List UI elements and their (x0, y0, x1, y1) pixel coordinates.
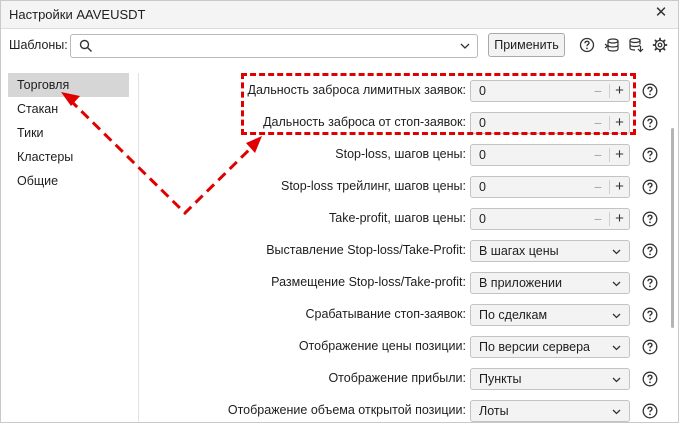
plus-icon[interactable]: + (610, 145, 629, 165)
setting-label-profit-display: Отображение прибыли: (328, 371, 466, 385)
templates-toolbar: Шаблоны: Применить (1, 29, 678, 63)
close-icon[interactable]: ✕ (652, 4, 670, 22)
setting-select-position-volume-display[interactable]: Лоты (470, 400, 630, 422)
setting-label-stop-loss-trailing: Stop-loss трейлинг, шагов цены: (280, 179, 466, 193)
setting-select-profit-display[interactable]: Пункты (470, 368, 630, 390)
plus-icon[interactable]: + (610, 209, 629, 229)
help-icon[interactable] (642, 179, 658, 195)
sidebar-item-general[interactable]: Общие (8, 169, 129, 193)
sidebar-item-ticks[interactable]: Тики (8, 121, 129, 145)
setting-value: Лоты (479, 404, 509, 418)
setting-value: 0 (479, 116, 486, 130)
templates-label: Шаблоны: (9, 38, 68, 52)
help-icon[interactable] (642, 211, 658, 227)
chevron-down-icon (612, 409, 621, 415)
setting-label-position-price-display: Отображение цены позиции: (298, 339, 466, 353)
sidebar: Торговля Стакан Тики Кластеры Общие (8, 73, 134, 422)
plus-icon[interactable]: + (610, 177, 629, 197)
setting-input-stop-range[interactable]: 0 − + (470, 112, 630, 134)
setting-select-stop-trigger[interactable]: По сделкам (470, 304, 630, 326)
minus-icon[interactable]: − (588, 145, 608, 165)
sidebar-item-clusters[interactable]: Кластеры (8, 145, 129, 169)
scrollbar-thumb[interactable] (671, 128, 674, 328)
database-load-icon[interactable] (604, 37, 620, 53)
help-icon[interactable] (642, 147, 658, 163)
help-icon[interactable] (642, 243, 658, 259)
plus-icon[interactable]: + (610, 113, 629, 133)
setting-value: 0 (479, 84, 486, 98)
setting-input-stop-loss-trailing[interactable]: 0 − + (470, 176, 630, 198)
setting-value: В приложении (479, 276, 562, 290)
setting-value: По сделкам (479, 308, 548, 322)
chevron-down-icon (612, 249, 621, 255)
apply-button[interactable]: Применить (488, 33, 565, 57)
help-icon[interactable] (642, 403, 658, 419)
chevron-down-icon (612, 345, 621, 351)
help-icon[interactable] (642, 83, 658, 99)
help-icon[interactable] (642, 275, 658, 291)
help-icon[interactable] (642, 371, 658, 387)
setting-value: Пункты (479, 372, 522, 386)
sidebar-item-order-book[interactable]: Стакан (8, 97, 129, 121)
database-save-icon[interactable] (628, 37, 644, 53)
setting-label-position-volume-display: Отображение объема открытой позиции: (227, 403, 466, 417)
setting-label-sltp-location: Размещение Stop-loss/Take-profit: (271, 275, 466, 289)
setting-label-sltp-placement-mode: Выставление Stop-loss/Take-Profit: (266, 243, 466, 257)
setting-value: 0 (479, 180, 486, 194)
setting-label-stop-trigger: Срабатывание стоп-заявок: (305, 307, 466, 321)
setting-input-limit-range[interactable]: 0 − + (470, 80, 630, 102)
setting-value: 0 (479, 212, 486, 226)
setting-label-take-profit: Take-profit, шагов цены: (329, 211, 466, 225)
setting-value: В шагах цены (479, 244, 559, 258)
setting-label-stop-loss: Stop-loss, шагов цены: (335, 147, 466, 161)
minus-icon[interactable]: − (588, 81, 608, 101)
setting-select-sltp-placement-mode[interactable]: В шагах цены (470, 240, 630, 262)
help-icon[interactable] (642, 307, 658, 323)
minus-icon[interactable]: − (588, 177, 608, 197)
setting-input-stop-loss[interactable]: 0 − + (470, 144, 630, 166)
templates-search-input[interactable] (70, 34, 478, 58)
setting-value: По версии сервера (479, 340, 591, 354)
minus-icon[interactable]: − (588, 113, 608, 133)
setting-label-stop-range: Дальность заброса от стоп-заявок: (263, 115, 466, 129)
panel-divider (138, 73, 139, 422)
sidebar-item-trading[interactable]: Торговля (8, 73, 129, 97)
chevron-down-icon (612, 313, 621, 319)
chevron-down-icon (612, 377, 621, 383)
minus-icon[interactable]: − (588, 209, 608, 229)
setting-select-sltp-location[interactable]: В приложении (470, 272, 630, 294)
help-icon[interactable] (642, 339, 658, 355)
setting-label-limit-range: Дальность заброса лимитных заявок: (247, 83, 467, 97)
plus-icon[interactable]: + (610, 81, 629, 101)
title-bar: Настройки AAVEUSDT ✕ (1, 1, 678, 29)
gear-icon[interactable] (652, 37, 668, 53)
help-icon[interactable] (579, 37, 595, 53)
search-icon (79, 39, 92, 52)
help-icon[interactable] (642, 115, 658, 131)
window-title: Настройки AAVEUSDT (9, 7, 146, 22)
chevron-down-icon (612, 281, 621, 287)
setting-value: 0 (479, 148, 486, 162)
setting-select-position-price-display[interactable]: По версии сервера (470, 336, 630, 358)
setting-input-take-profit[interactable]: 0 − + (470, 208, 630, 230)
chevron-down-icon[interactable] (459, 40, 471, 52)
